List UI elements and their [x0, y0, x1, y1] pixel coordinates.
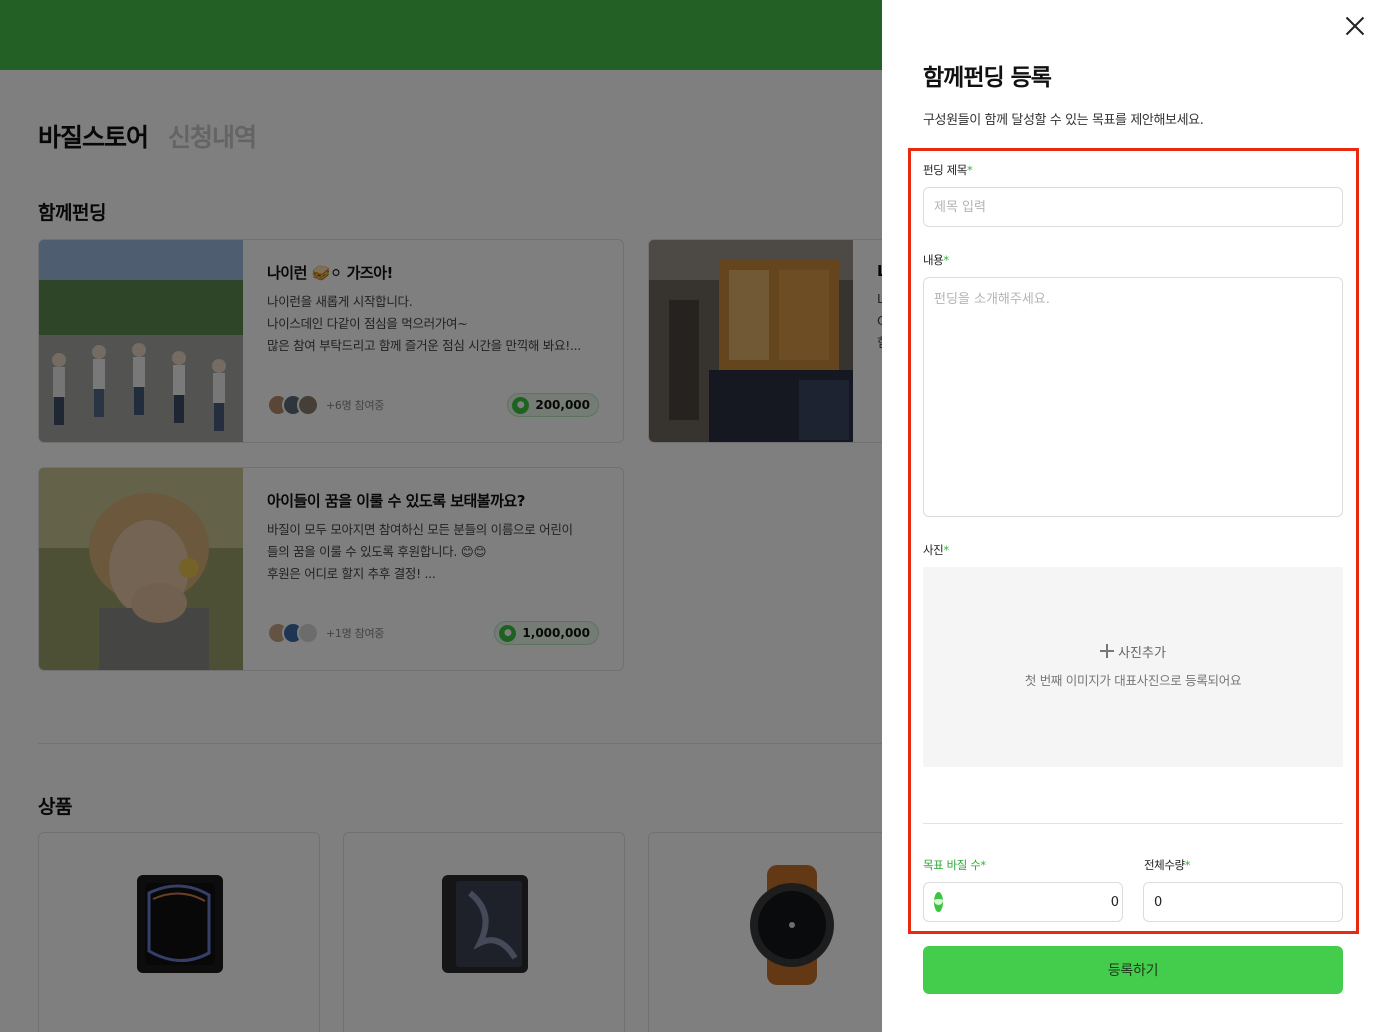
label-text: 사진	[923, 543, 944, 557]
modal-backdrop[interactable]	[0, 0, 882, 1032]
total-quantity-label: 전체수량*	[1144, 857, 1191, 873]
panel-title: 함께펀딩 등록	[923, 65, 1052, 91]
label-text: 내용	[923, 253, 944, 267]
target-basil-label: 목표 바질 수*	[923, 857, 986, 873]
target-basil-field[interactable]	[923, 882, 1123, 922]
photo-hint: 첫 번째 이미지가 대표사진으로 등록되어요	[1024, 672, 1242, 688]
required-mark: *	[980, 858, 986, 872]
photo-add-button[interactable]: 사진추가	[1100, 642, 1166, 661]
label-text: 전체수량	[1144, 858, 1185, 872]
total-quantity-input[interactable]	[1154, 894, 1332, 910]
content-field-label: 내용*	[923, 252, 949, 268]
required-mark: *	[943, 543, 949, 557]
required-mark: *	[943, 253, 949, 267]
title-input[interactable]	[923, 187, 1343, 227]
funding-register-panel: 함께펀딩 등록 구성원들이 함께 달성할 수 있는 목표를 제안해보세요. 펀딩…	[882, 0, 1381, 1032]
total-quantity-field[interactable]	[1143, 882, 1343, 922]
content-textarea[interactable]	[923, 277, 1343, 517]
form-divider	[923, 823, 1343, 824]
highlight-box	[908, 148, 1359, 934]
required-mark: *	[1184, 858, 1191, 872]
photo-field-label: 사진*	[923, 542, 949, 558]
title-field-label: 펀딩 제목*	[923, 162, 973, 178]
plus-icon	[1100, 644, 1115, 658]
photo-add-label: 사진추가	[1118, 645, 1166, 661]
photo-upload-area[interactable]: 사진추가 첫 번째 이미지가 대표사진으로 등록되어요	[923, 567, 1343, 767]
submit-button[interactable]: 등록하기	[923, 946, 1343, 994]
required-mark: *	[966, 163, 973, 177]
panel-subtitle: 구성원들이 함께 달성할 수 있는 목표를 제안해보세요.	[923, 113, 1204, 128]
label-text: 목표 바질 수	[923, 858, 981, 872]
target-basil-input[interactable]	[949, 894, 1119, 910]
close-icon[interactable]	[1344, 15, 1366, 37]
label-text: 펀딩 제목	[923, 163, 967, 177]
basil-coin-icon	[934, 892, 943, 912]
